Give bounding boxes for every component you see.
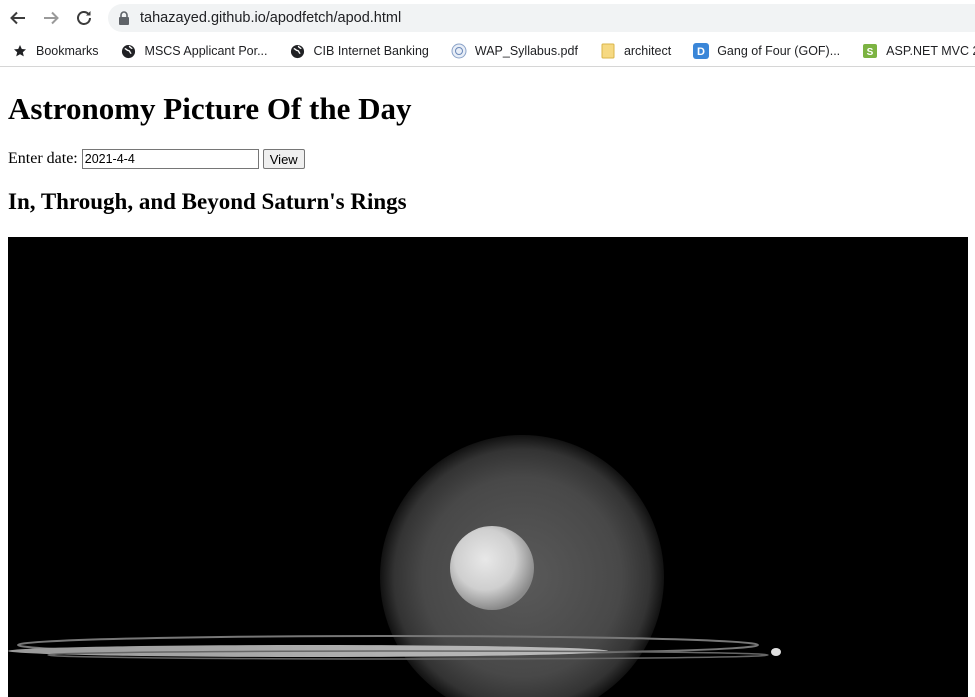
bookmark-label: CIB Internet Banking xyxy=(313,44,429,58)
bookmark-label: WAP_Syllabus.pdf xyxy=(474,44,578,58)
lock-icon xyxy=(118,11,130,25)
reload-button[interactable] xyxy=(69,3,99,33)
bookmark-mscs[interactable]: MSCS Applicant Por... xyxy=(107,39,276,63)
bookmark-label: Gang of Four (GOF)... xyxy=(717,44,841,58)
forward-arrow-icon xyxy=(44,11,59,25)
seal-icon xyxy=(451,43,467,59)
forward-button[interactable] xyxy=(36,3,66,33)
reload-icon xyxy=(77,11,91,25)
svg-text:D: D xyxy=(697,46,705,58)
bookmark-wap-syllabus[interactable]: WAP_Syllabus.pdf xyxy=(437,39,586,63)
back-arrow-icon xyxy=(10,11,25,25)
url-text[interactable]: tahazayed.github.io/apodfetch/apod.html xyxy=(140,10,401,26)
bookmark-aspnet-mvc[interactable]: S ASP.NET MVC 2 Loc... xyxy=(848,39,975,63)
star-icon xyxy=(12,43,28,59)
back-button[interactable] xyxy=(3,3,33,33)
globe-icon xyxy=(290,43,306,59)
bookmark-label: ASP.NET MVC 2 Loc... xyxy=(886,44,975,58)
date-label: Enter date: xyxy=(8,150,78,167)
view-button[interactable]: View xyxy=(262,149,305,169)
s-logo-icon: S xyxy=(862,43,878,59)
date-form: Enter date: View xyxy=(8,149,305,169)
svg-text:S: S xyxy=(867,47,874,58)
d-logo-icon: D xyxy=(693,43,710,59)
bookmark-label: Bookmarks xyxy=(36,44,99,58)
bookmark-cib[interactable]: CIB Internet Banking xyxy=(276,39,437,63)
bookmarks-bar: Bookmarks MSCS Applicant Por... CIB Inte… xyxy=(0,36,975,67)
image-title: In, Through, and Beyond Saturn's Rings xyxy=(8,189,407,214)
bookmark-label: architect xyxy=(623,44,672,58)
bookmark-bookmarks[interactable]: Bookmarks xyxy=(0,39,107,63)
bookmark-architect[interactable]: architect xyxy=(586,39,679,63)
page-title: Astronomy Picture Of the Day xyxy=(8,91,412,126)
bookmark-gang-of-four[interactable]: D Gang of Four (GOF)... xyxy=(679,39,848,63)
globe-icon xyxy=(121,43,137,59)
address-bar[interactable]: tahazayed.github.io/apodfetch/apod.html xyxy=(108,4,975,32)
apod-image xyxy=(8,237,968,697)
bookmark-label: MSCS Applicant Por... xyxy=(144,44,268,58)
folder-icon xyxy=(600,43,616,59)
browser-toolbar: tahazayed.github.io/apodfetch/apod.html xyxy=(0,0,975,36)
date-input[interactable] xyxy=(81,149,259,169)
